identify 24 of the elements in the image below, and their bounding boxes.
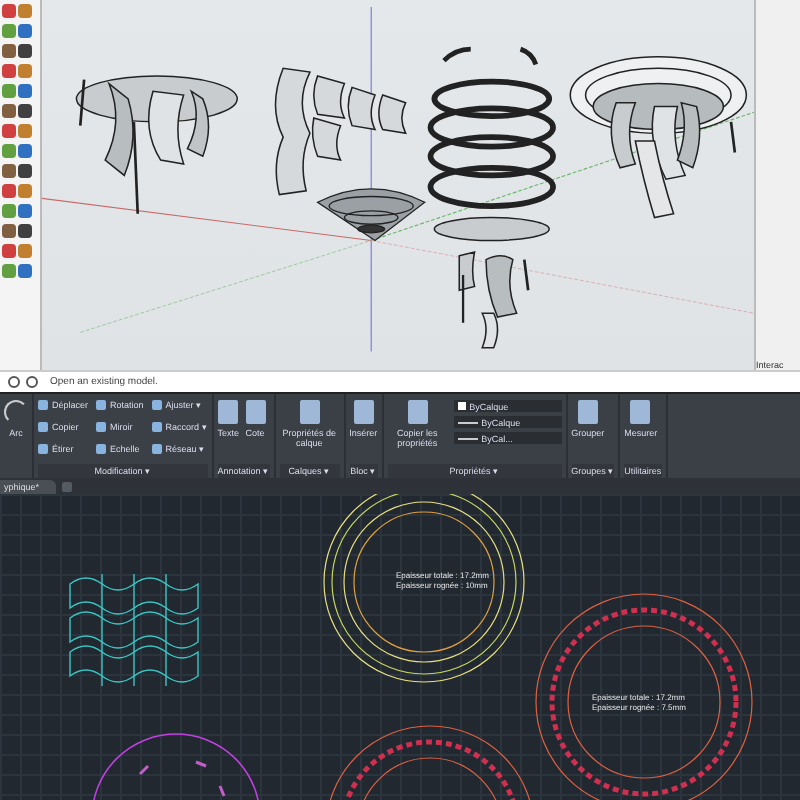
pendant-drawing — [458, 251, 530, 349]
tool-icon — [245, 400, 266, 424]
panels-drawing — [274, 67, 407, 196]
tool-icon — [96, 444, 107, 454]
tool-icon — [353, 400, 374, 424]
arc-icon — [4, 400, 28, 424]
tool-icon — [151, 444, 162, 454]
new-tab-icon[interactable] — [61, 482, 72, 492]
wavy-shapes-drawing — [69, 573, 199, 687]
tool-icon — [96, 422, 107, 432]
tool-icon — [151, 422, 162, 432]
tool-icon — [38, 422, 48, 432]
tool-icon — [38, 444, 48, 454]
cone-drawing — [316, 188, 426, 242]
tool-icon — [151, 400, 162, 410]
tool-icon — [407, 400, 428, 424]
tool-icon — [299, 400, 320, 424]
tool-icon — [577, 400, 598, 424]
tool-icon — [630, 400, 651, 424]
status-icon — [8, 376, 38, 388]
tool-icon — [218, 400, 239, 424]
tool-icon — [38, 400, 48, 410]
disc-drawing — [433, 216, 550, 242]
tool-icon — [96, 400, 107, 410]
